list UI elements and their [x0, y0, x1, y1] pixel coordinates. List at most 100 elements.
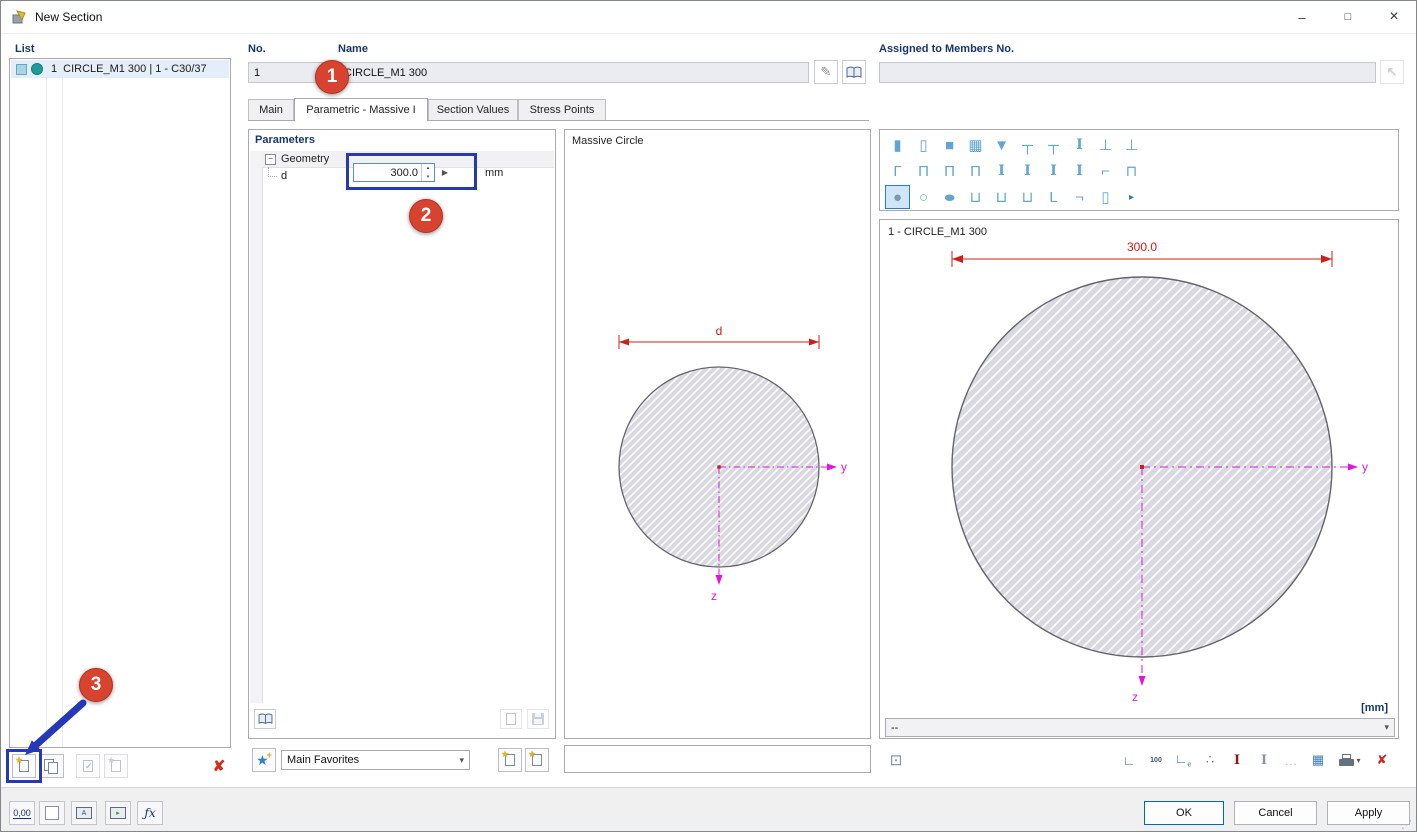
display-properties-button[interactable]: A — [71, 801, 97, 825]
parameters-title: Parameters — [255, 134, 315, 146]
name-field[interactable]: CIRCLE_M1 300 — [338, 62, 809, 83]
add-favorite-button[interactable]: ★ + — [252, 748, 276, 772]
rename-button[interactable]: ✎ — [814, 60, 838, 84]
geometry-group-label: Geometry — [281, 153, 329, 165]
section-type-angle-l[interactable]: L — [1041, 185, 1066, 209]
section-type-tee-2[interactable]: ┬ — [1041, 133, 1066, 157]
tab-main[interactable]: Main — [248, 99, 294, 120]
regenerate-view-button[interactable]: ▸ — [105, 801, 131, 825]
stress-points-toggle-button[interactable]: ∴ — [1197, 748, 1223, 772]
i-beam-3-icon: Ⅰ — [1024, 163, 1031, 179]
clear-view-icon: ✘ — [1377, 752, 1388, 768]
tab-stress-points[interactable]: Stress Points — [518, 99, 606, 120]
decimal-places-button[interactable]: 0,00 — [9, 801, 35, 825]
section-type-tee-inverted-1[interactable]: ⊥ — [1093, 133, 1118, 157]
white-square-icon — [45, 806, 59, 820]
chevron-down-icon: ▾ — [459, 755, 464, 766]
collapse-icon[interactable]: − — [265, 154, 276, 165]
section-type-tee-inverted-2[interactable]: ⊥ — [1119, 133, 1144, 157]
import-icon — [506, 713, 516, 725]
section-outline-toggle-button[interactable]: Ⅰ — [1251, 748, 1277, 772]
section-type-circle-solid[interactable]: ● — [885, 185, 910, 209]
name-label: Name — [338, 43, 368, 55]
play-icon: ▸ — [116, 809, 120, 817]
section-type-i-beam-5[interactable]: Ⅰ — [1067, 159, 1092, 183]
section-type-frame-pi-3[interactable]: Π — [963, 159, 988, 183]
section-graphic-panel: 1 - CIRCLE_M1 300 300.0 — [879, 219, 1399, 739]
section-type-wedge[interactable]: ▼ — [989, 133, 1014, 157]
section-type-square-solid[interactable]: ■ — [937, 133, 962, 157]
centroid-marker — [1140, 465, 1144, 469]
section-type-channel-top[interactable]: ⊓ — [1119, 159, 1144, 183]
section-type-i-beam-4[interactable]: Ⅰ — [1041, 159, 1066, 183]
tab-parametric-massive[interactable]: Parametric - Massive I — [294, 98, 428, 121]
stamp-section-info-button[interactable]: ⊡ — [883, 748, 909, 772]
axes-toggle-button[interactable]: ∟ — [1116, 748, 1142, 772]
manage-favorites-button[interactable]: ★ — [498, 748, 522, 772]
background-color-button[interactable] — [39, 801, 65, 825]
section-type-rect-outline[interactable]: ▯ — [911, 133, 936, 157]
section-type-frame-pi-1[interactable]: Π — [911, 159, 936, 183]
section-type-box-hollow[interactable]: ▯ — [1093, 185, 1118, 209]
section-type-i-beam-1[interactable]: Ⅰ — [1067, 133, 1092, 157]
section-type-circle-hollow[interactable]: ○ — [911, 185, 936, 209]
cancel-button[interactable]: Cancel — [1234, 801, 1317, 825]
favorites-dropdown[interactable]: Main Favorites ▾ — [281, 750, 470, 770]
maximize-button[interactable]: □ — [1325, 1, 1371, 33]
section-type-corner[interactable]: ⌐ — [1093, 159, 1118, 183]
resize-grip[interactable]: ⋰ — [1401, 818, 1412, 831]
section-type-i-beam-3[interactable]: Ⅰ — [1015, 159, 1040, 183]
list-item-circle-m1-300[interactable]: 1 CIRCLE_M1 300 | 1 - C30/37 — [11, 60, 229, 78]
tee-inverted-2-icon: ⊥ — [1125, 136, 1138, 154]
axes-toggle-icon: ∟ — [1123, 753, 1136, 768]
annotation-box-spinner — [346, 153, 477, 190]
delete-section-button[interactable]: ✘ — [207, 754, 231, 778]
ok-button[interactable]: OK — [1144, 801, 1224, 825]
section-type-channel-u-3[interactable]: ⊔ — [1015, 185, 1040, 209]
apply-button[interactable]: Apply — [1327, 801, 1410, 825]
graphic-options-dropdown[interactable]: -- ▾ — [885, 718, 1395, 737]
small-section-drawing: d y z — [565, 130, 870, 738]
section-type-tee-1[interactable]: ┬ — [1015, 133, 1040, 157]
print-graphic-button[interactable]: ▾ — [1332, 748, 1368, 772]
section-shape-icon — [31, 63, 43, 75]
minimize-button[interactable]: – — [1279, 1, 1325, 33]
tee-1-icon: ┬ — [1022, 137, 1033, 154]
channel-u-2-icon: ⊔ — [996, 188, 1008, 206]
section-type-channel-u-2[interactable]: ⊔ — [989, 185, 1014, 209]
section-type-rect-bar[interactable]: ▮ — [885, 133, 910, 157]
print-dropdown-arrow[interactable]: ▾ — [1356, 756, 1360, 765]
section-type-square-grid[interactable]: ▦ — [963, 133, 988, 157]
section-type-i-beam-2[interactable]: Ⅰ — [989, 159, 1014, 183]
section-type-angle-l-mirrored[interactable]: ¬ — [1067, 185, 1092, 209]
section-type-angle-gamma[interactable]: Γ — [885, 159, 910, 183]
section-solid-toggle-button[interactable]: Ⅰ — [1224, 748, 1250, 772]
square-grid-icon: ▦ — [968, 136, 982, 154]
principal-axes-toggle-button[interactable]: ∟e — [1170, 748, 1196, 772]
close-button[interactable]: × — [1371, 1, 1417, 33]
dimension-options-button[interactable]: … — [1278, 748, 1304, 772]
section-type-ellipse[interactable]: ● — [937, 185, 962, 209]
parameters-library-button[interactable] — [254, 709, 276, 729]
select-members-button[interactable]: ↖ — [1380, 60, 1404, 84]
star-gray-icon: ★ — [107, 755, 115, 766]
assigned-members-field[interactable] — [879, 62, 1376, 83]
list-item-label: CIRCLE_M1 300 | 1 - C30/37 — [63, 63, 206, 75]
clear-view-button[interactable]: ✘ — [1369, 748, 1395, 772]
section-type-more-sections[interactable]: ▸ — [1119, 185, 1144, 209]
channel-top-icon: ⊓ — [1126, 162, 1138, 180]
new-favorites-group-button[interactable]: ★ — [525, 748, 549, 772]
section-type-frame-pi-2[interactable]: Π — [937, 159, 962, 183]
library-button[interactable] — [842, 60, 866, 84]
values-table-toggle-button[interactable]: ▦ — [1305, 748, 1331, 772]
dimensions-toggle-button[interactable]: 100 — [1143, 748, 1169, 772]
save-parameters-button[interactable] — [527, 709, 549, 729]
favorite-section-button[interactable]: ★ — [104, 754, 128, 778]
pick-arrow-icon: ↖ — [1387, 64, 1398, 80]
footer-bar: 0,00 A ▸ ƒx OK Cancel Apply ⋰ — [1, 787, 1417, 832]
section-type-channel-u-1[interactable]: ⊔ — [963, 185, 988, 209]
tab-section-values[interactable]: Section Values — [428, 99, 518, 120]
formula-button[interactable]: ƒx — [137, 801, 163, 825]
material-color-icon — [16, 64, 27, 75]
import-parameters-button[interactable] — [500, 709, 522, 729]
